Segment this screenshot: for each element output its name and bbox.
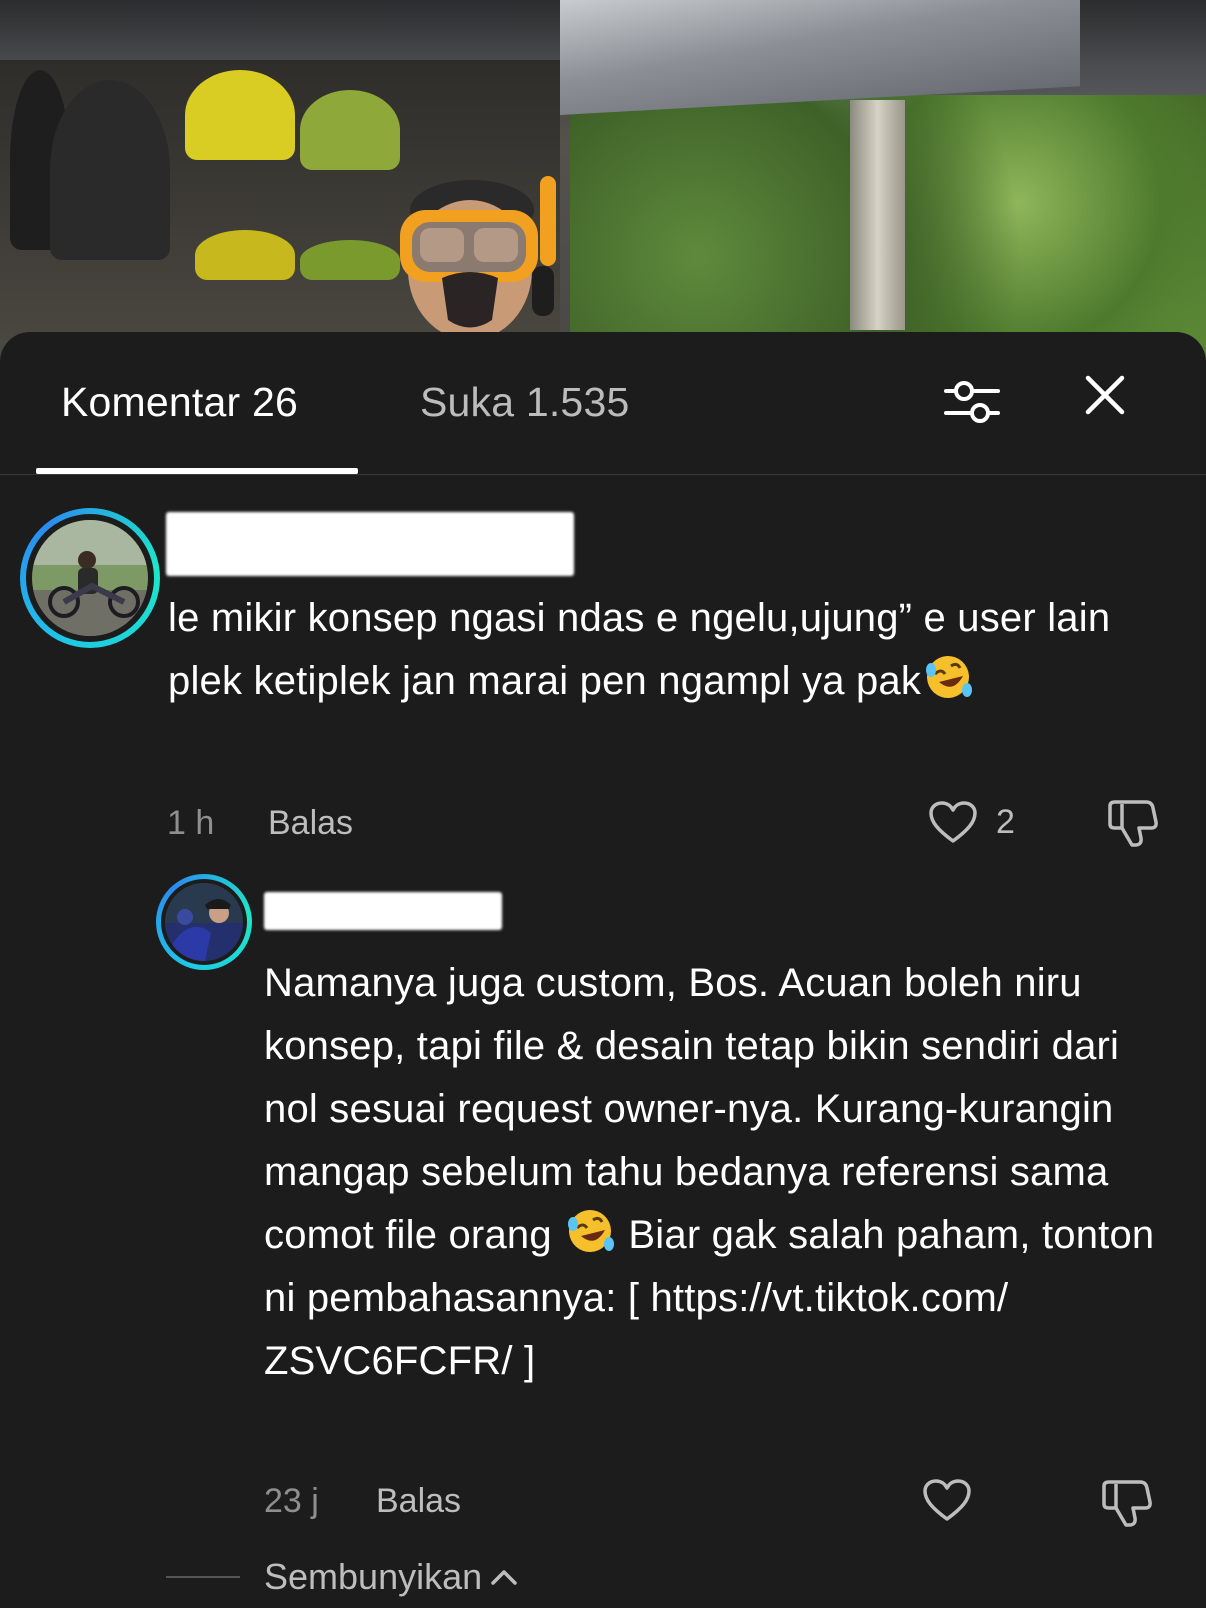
commenter-username-redacted[interactable] <box>166 512 574 576</box>
avatar <box>165 883 243 961</box>
reply-text: Namanya juga custom, Bos. Acuan boleh ni… <box>264 952 1164 1393</box>
video-lamp <box>300 90 400 170</box>
active-tab-indicator <box>36 468 358 474</box>
comments-sheet: Komentar 26 Suka 1.535 le mikir konsep n… <box>0 332 1206 1608</box>
like-count: 2 <box>996 802 1015 841</box>
dislike-button[interactable] <box>1106 798 1160 853</box>
chevron-up-icon <box>491 1570 517 1585</box>
rolling-on-floor-laughing-emoji <box>568 1210 615 1252</box>
heart-icon <box>929 801 977 843</box>
like-button[interactable] <box>922 1478 972 1522</box>
avatar <box>32 520 148 636</box>
video-lamp <box>195 230 295 280</box>
hide-replies-label: Sembunyikan <box>264 1556 483 1597</box>
video-lamp <box>50 80 170 260</box>
video-lamp <box>185 70 295 160</box>
dislike-button[interactable] <box>1100 1478 1154 1533</box>
creator-sticker <box>392 170 567 335</box>
thumbs-down-icon <box>1102 1480 1152 1527</box>
comment-timestamp: 1 h <box>167 804 215 842</box>
sliders-icon <box>944 381 1000 423</box>
commenter-avatar[interactable] <box>20 508 160 648</box>
heart-icon <box>923 1479 971 1521</box>
like-button[interactable]: 2 <box>928 800 1015 844</box>
comment-text: le mikir konsep ngasi ndas e ngelu,ujung… <box>168 587 1168 713</box>
video-lamp <box>300 240 400 280</box>
filter-button[interactable] <box>942 372 1002 432</box>
reply-author-avatar[interactable] <box>156 874 252 970</box>
divider <box>166 1576 240 1578</box>
reply-button[interactable]: Balas <box>268 806 353 840</box>
video-background <box>0 0 1206 360</box>
close-button[interactable] <box>1080 370 1130 420</box>
reply-button[interactable]: Balas <box>376 1484 461 1518</box>
close-icon <box>1085 375 1125 415</box>
tab-likes[interactable]: Suka 1.535 <box>420 382 629 423</box>
thumbs-down-icon <box>1108 800 1158 847</box>
reply-timestamp: 23 j <box>264 1482 319 1520</box>
tabs-bar: Komentar 26 Suka 1.535 <box>0 332 1206 475</box>
rolling-on-floor-laughing-emoji <box>926 656 973 698</box>
reply-author-username-redacted[interactable] <box>264 892 502 930</box>
tab-comments[interactable]: Komentar 26 <box>61 382 298 423</box>
video-pillar <box>850 100 905 330</box>
hide-replies-button[interactable]: Sembunyikan <box>166 1556 518 1598</box>
